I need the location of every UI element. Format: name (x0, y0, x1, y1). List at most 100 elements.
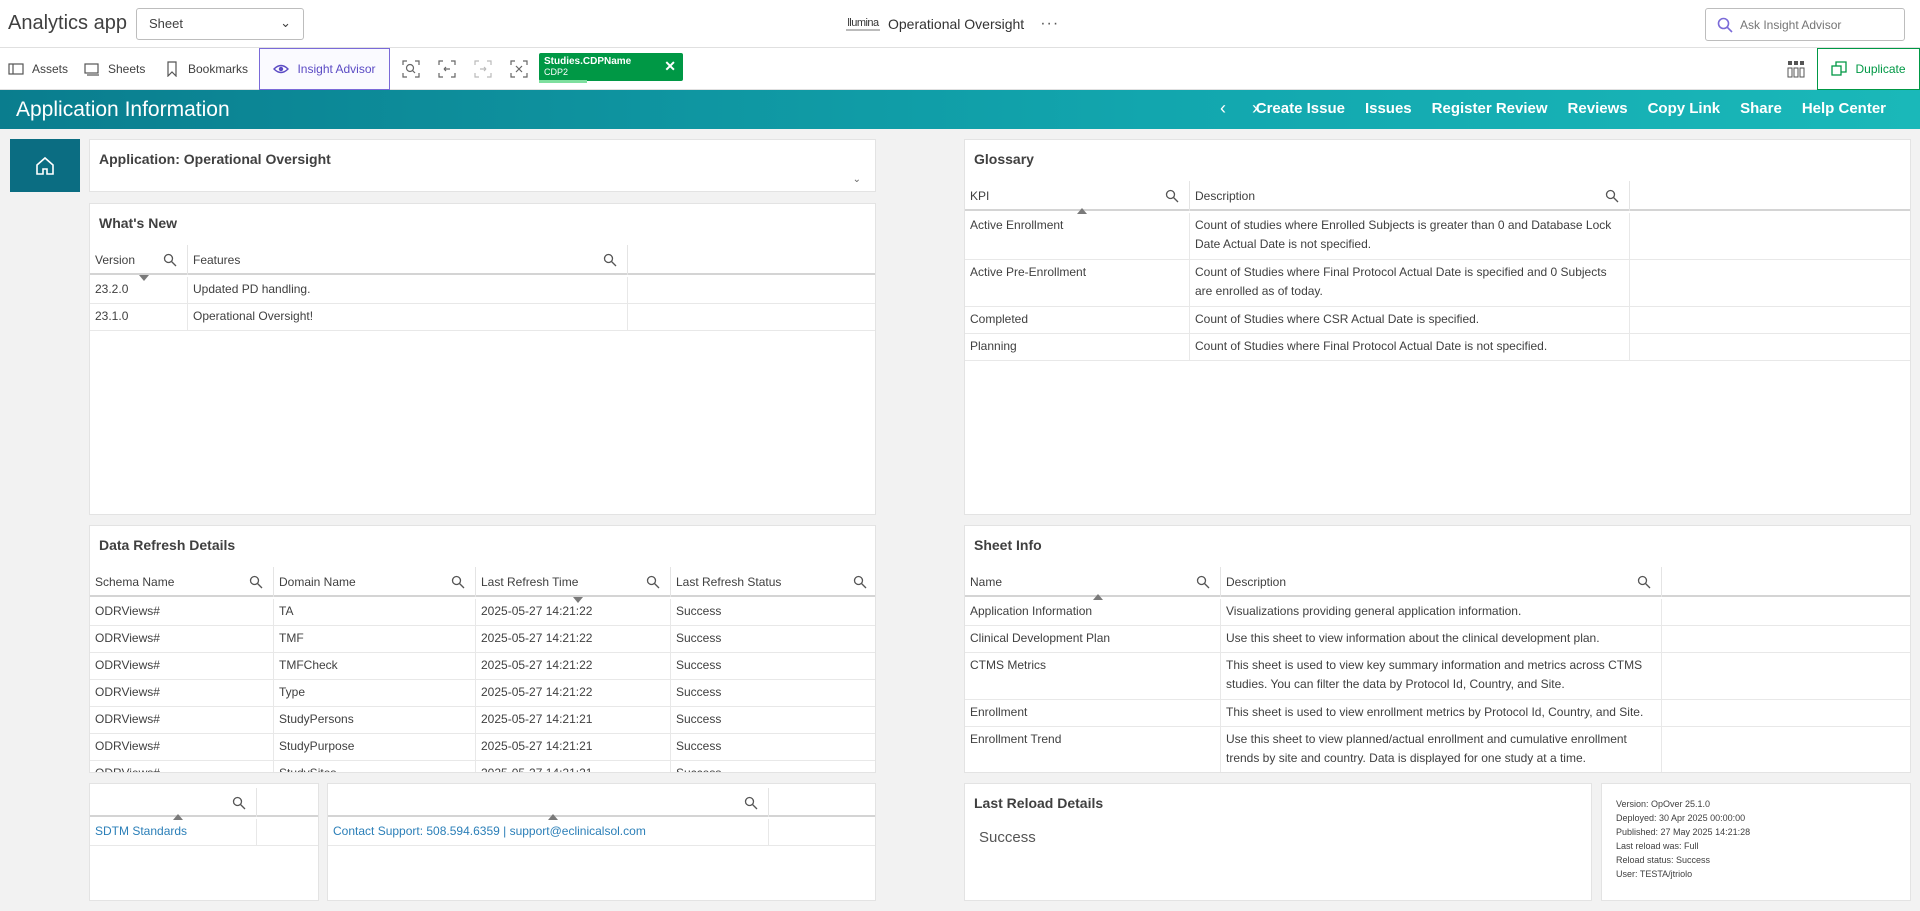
description-cell: Count of Studies where Final Protocol Ac… (1190, 260, 1630, 306)
column-header-schema-name[interactable]: Schema Name (90, 567, 274, 597)
search-icon[interactable] (1605, 189, 1619, 203)
clear-selections-icon[interactable] (510, 60, 528, 78)
table-row[interactable]: ODRViews# TA 2025-05-27 14:21:22 Success (90, 599, 875, 626)
column-header-version[interactable]: Version (90, 245, 188, 281)
empty-cell (257, 819, 320, 845)
insight-advisor-button[interactable]: Insight Advisor (259, 48, 390, 90)
duplicate-icon (1831, 61, 1848, 76)
table-row[interactable]: Enrollment Trend Use this sheet to view … (965, 727, 1910, 772)
share-link[interactable]: Share (1740, 100, 1782, 117)
search-icon[interactable] (646, 575, 660, 589)
table-row[interactable]: Contact Support: 508.594.6359 | support@… (328, 819, 875, 846)
column-header-kpi[interactable]: KPI (965, 181, 1190, 214)
search-icon[interactable] (1637, 575, 1651, 589)
column-header-description[interactable]: Description (1221, 567, 1662, 597)
register-review-link[interactable]: Register Review (1432, 100, 1548, 117)
glossary-title: Glossary (974, 151, 1034, 167)
table-row[interactable]: ODRViews# StudyPersons 2025-05-27 14:21:21… (90, 707, 875, 734)
sheet-info-panel: Sheet Info Name Description Application … (964, 525, 1911, 773)
column-header-support[interactable] (328, 788, 769, 820)
published-line: Published: 27 May 2025 14:21:28 (1616, 827, 1751, 837)
refresh-status-cell: Success (676, 685, 722, 699)
table-row[interactable]: CTMS Metrics This sheet is used to view … (965, 653, 1910, 700)
table-row[interactable]: ODRViews# StudyPurpose 2025-05-27 14:21:21… (90, 734, 875, 761)
copy-link-link[interactable]: Copy Link (1648, 100, 1721, 117)
version-info-list: Version: OpOver 25.1.0 Deployed: 30 Apr … (1616, 797, 1750, 881)
table-header: Version Features (90, 245, 875, 281)
table-header: KPI Description (965, 181, 1910, 214)
top-header: Analytics app Sheet ⌄ llumina Operationa… (0, 0, 1920, 48)
version-cell: 23.1.0 (90, 304, 188, 330)
smart-search-icon[interactable] (402, 60, 420, 78)
refresh-status-cell: Success (676, 739, 722, 753)
domain-name-cell: StudyPurpose (274, 734, 476, 760)
column-header-description[interactable]: Description (1190, 181, 1630, 211)
duplicate-button[interactable]: Duplicate (1817, 48, 1920, 90)
help-center-link[interactable]: Help Center (1802, 100, 1886, 117)
table-row[interactable]: Clinical Development Plan Use this sheet… (965, 626, 1910, 653)
table-row[interactable]: Active Enrollment Count of studies where… (965, 213, 1910, 260)
selection-chip[interactable]: Studies.CDPName CDP2 ✕ (539, 53, 683, 83)
search-icon[interactable] (249, 575, 263, 589)
sheets-button[interactable]: Sheets (76, 48, 153, 90)
close-icon[interactable]: ✕ (664, 58, 676, 75)
table-row[interactable]: ODRViews# TMF 2025-05-27 14:21:22 Success (90, 626, 875, 653)
search-icon[interactable] (1196, 575, 1210, 589)
table-row[interactable]: 23.2.0 Updated PD handling. (90, 277, 875, 304)
app-title[interactable]: Analytics app (8, 12, 127, 35)
search-icon[interactable] (853, 575, 867, 589)
search-icon[interactable] (744, 796, 758, 810)
more-options-icon[interactable]: ··· (1040, 15, 1059, 33)
table-row[interactable]: ODRViews# Type 2025-05-27 14:21:22 Success (90, 680, 875, 707)
description-cell: Use this sheet to view information about… (1221, 626, 1662, 652)
sheet-dropdown[interactable]: Sheet ⌄ (136, 8, 304, 40)
bookmarks-label: Bookmarks (188, 62, 249, 76)
table-row[interactable]: ODRViews# TMFCheck 2025-05-27 14:21:22 Succ… (90, 653, 875, 680)
ask-insight-advisor[interactable] (1705, 8, 1905, 41)
home-icon (36, 156, 54, 175)
insight-advisor-label: Insight Advisor (297, 62, 376, 76)
search-icon[interactable] (232, 796, 246, 810)
refresh-time-cell: 2025-05-27 14:21:22 (476, 653, 671, 679)
column-header-domain-name[interactable]: Domain Name (274, 567, 476, 597)
data-refresh-title: Data Refresh Details (99, 537, 236, 553)
search-icon[interactable] (603, 253, 617, 267)
grid-view-icon[interactable] (1787, 60, 1805, 78)
home-button[interactable] (10, 139, 80, 192)
search-icon[interactable] (451, 575, 465, 589)
column-header-last-refresh-time[interactable]: Last Refresh Time (476, 567, 671, 603)
table-row[interactable]: Planning Count of Studies where Final Pr… (965, 334, 1910, 361)
column-label: Schema Name (95, 575, 175, 589)
schema-name-cell: ODRViews# (90, 707, 274, 733)
table-row[interactable]: ODRViews# StudySites 2025-05-27 14:21:21 Su… (90, 761, 875, 772)
search-icon[interactable] (1165, 189, 1179, 203)
reviews-link[interactable]: Reviews (1568, 100, 1628, 117)
contact-support-link[interactable]: Contact Support: 508.594.6359 | support@… (328, 819, 769, 845)
glossary-panel: Glossary KPI Description Active Enrollme… (964, 139, 1911, 515)
search-icon (1717, 17, 1733, 33)
table-row[interactable]: Active Pre-Enrollment Count of Studies w… (965, 260, 1910, 307)
ask-insight-input[interactable] (1740, 16, 1895, 34)
assets-button[interactable]: Assets (0, 48, 76, 90)
issues-link[interactable]: Issues (1365, 100, 1412, 117)
column-label: Last Refresh Status (676, 575, 782, 589)
table-row[interactable]: 23.1.0 Operational Oversight! (90, 304, 875, 331)
table-row[interactable]: Enrollment This sheet is used to view en… (965, 700, 1910, 727)
column-header-link[interactable] (90, 788, 257, 820)
step-forward-icon[interactable] (474, 60, 492, 78)
table-row[interactable]: SDTM Standards (90, 819, 318, 846)
search-icon[interactable] (163, 253, 177, 267)
expand-icon[interactable]: ⌄ (853, 174, 861, 185)
bookmarks-button[interactable]: Bookmarks (156, 48, 256, 90)
step-back-icon[interactable] (438, 60, 456, 78)
whats-new-title: What's New (99, 215, 178, 231)
previous-sheet-icon[interactable]: ‹ (1220, 98, 1226, 119)
column-header-features[interactable]: Features (188, 245, 628, 275)
create-issue-link[interactable]: Create Issue (1256, 100, 1345, 117)
table-row[interactable]: Application Information Visualizations p… (965, 599, 1910, 626)
column-header-last-refresh-status[interactable]: Last Refresh Status (671, 567, 875, 597)
kpi-cell: Completed (965, 307, 1190, 333)
column-header-name[interactable]: Name (965, 567, 1221, 600)
table-row[interactable]: Completed Count of Studies where CSR Act… (965, 307, 1910, 334)
sdtm-standards-link[interactable]: SDTM Standards (90, 819, 257, 845)
